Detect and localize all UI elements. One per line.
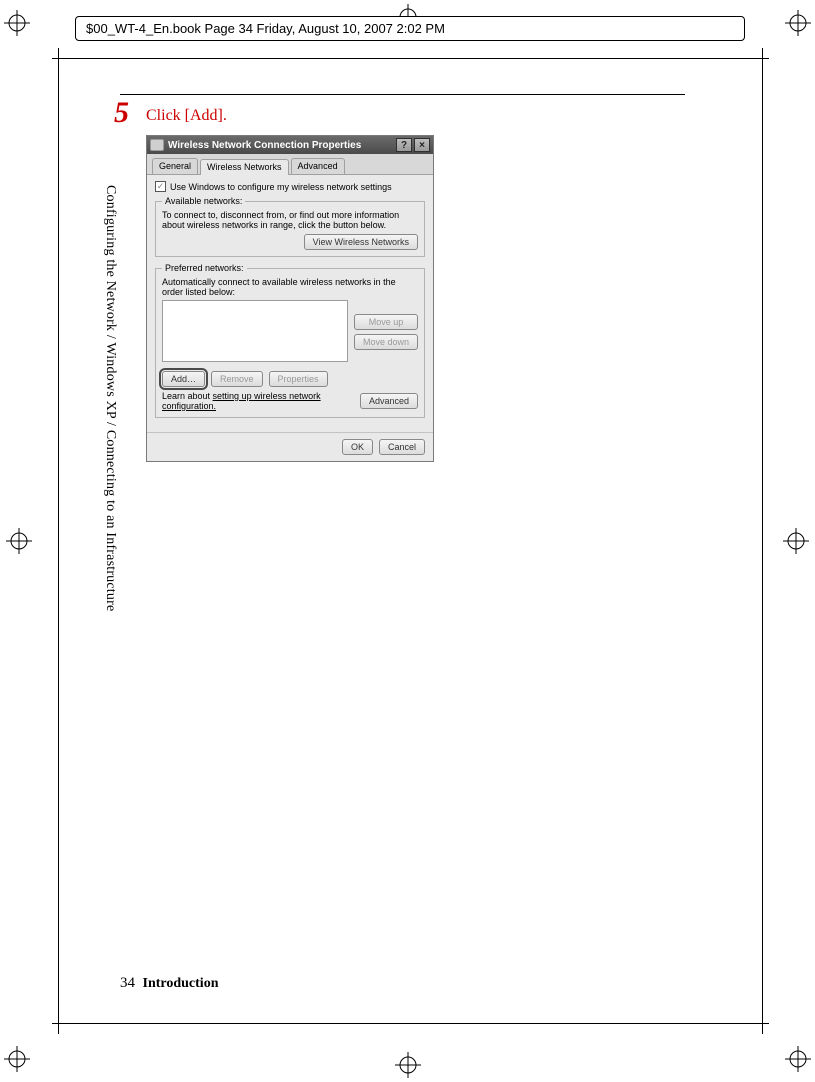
tab-general[interactable]: General bbox=[152, 158, 198, 174]
dialog-body: ✓ Use Windows to configure my wireless n… bbox=[147, 175, 433, 432]
learn-text: Learn about setting up wireless network … bbox=[162, 391, 360, 411]
advanced-button[interactable]: Advanced bbox=[360, 393, 418, 409]
preferred-networks-group: Preferred networks: Automatically connec… bbox=[155, 263, 425, 418]
crop-mark-icon bbox=[783, 528, 809, 554]
page-rule bbox=[120, 94, 685, 95]
ok-button[interactable]: OK bbox=[342, 439, 373, 455]
crop-mark-icon bbox=[4, 10, 30, 36]
page-footer: 34 Introduction bbox=[120, 975, 218, 992]
move-down-button[interactable]: Move down bbox=[354, 334, 418, 350]
crop-line bbox=[52, 58, 769, 59]
dialog-title: Wireless Network Connection Properties bbox=[168, 140, 361, 151]
side-breadcrumb: Configuring the Network / Windows XP / C… bbox=[102, 185, 118, 611]
close-button[interactable]: × bbox=[414, 138, 430, 152]
help-button[interactable]: ? bbox=[396, 138, 412, 152]
available-networks-group: Available networks: To connect to, disco… bbox=[155, 196, 425, 257]
preferred-legend: Preferred networks: bbox=[162, 263, 247, 273]
crop-line bbox=[58, 48, 59, 1034]
tab-advanced[interactable]: Advanced bbox=[291, 158, 345, 174]
step-instruction: Click [Add]. bbox=[146, 107, 227, 125]
available-hint: To connect to, disconnect from, or find … bbox=[162, 210, 418, 230]
properties-button[interactable]: Properties bbox=[269, 371, 328, 387]
dialog-footer: OK Cancel bbox=[147, 432, 433, 461]
tabstrip: General Wireless Networks Advanced bbox=[147, 154, 433, 175]
preferred-networks-listbox[interactable] bbox=[162, 300, 348, 362]
crop-mark-icon bbox=[4, 1046, 30, 1072]
step-number: 5 bbox=[114, 96, 129, 130]
crop-mark-icon bbox=[785, 10, 811, 36]
view-wireless-networks-button[interactable]: View Wireless Networks bbox=[304, 234, 418, 250]
crop-line bbox=[52, 1023, 769, 1024]
tab-wireless-networks[interactable]: Wireless Networks bbox=[200, 159, 289, 175]
cancel-button[interactable]: Cancel bbox=[379, 439, 425, 455]
page-number: 34 bbox=[120, 975, 135, 991]
crop-line bbox=[762, 48, 763, 1034]
add-button[interactable]: Add… bbox=[162, 371, 205, 387]
use-windows-checkbox[interactable]: ✓ bbox=[155, 181, 166, 192]
wireless-properties-dialog: Wireless Network Connection Properties ?… bbox=[146, 135, 434, 462]
crop-mark-icon bbox=[785, 1046, 811, 1072]
dialog-titlebar[interactable]: Wireless Network Connection Properties ?… bbox=[147, 136, 433, 154]
wireless-icon bbox=[150, 139, 164, 151]
remove-button[interactable]: Remove bbox=[211, 371, 263, 387]
available-legend: Available networks: bbox=[162, 196, 245, 206]
preferred-hint: Automatically connect to available wirel… bbox=[162, 277, 418, 297]
move-up-button[interactable]: Move up bbox=[354, 314, 418, 330]
use-windows-label: Use Windows to configure my wireless net… bbox=[170, 182, 392, 192]
book-header: $00_WT-4_En.book Page 34 Friday, August … bbox=[75, 16, 745, 41]
crop-mark-icon bbox=[6, 528, 32, 554]
section-title: Introduction bbox=[143, 976, 219, 991]
crop-mark-icon bbox=[395, 1052, 421, 1078]
